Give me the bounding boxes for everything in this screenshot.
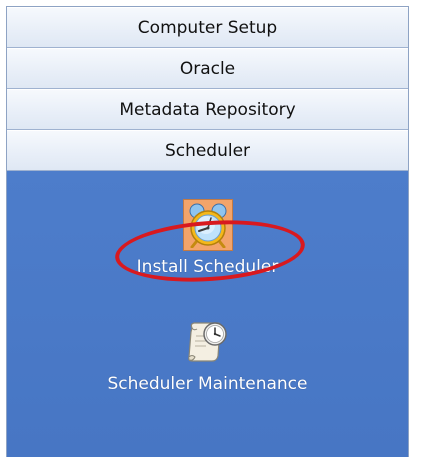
navigation-panel: Computer Setup Oracle Metadata Repositor… — [6, 6, 409, 457]
scheduler-maintenance-label[interactable]: Scheduler Maintenance — [108, 374, 308, 394]
section-header-computer-setup[interactable]: Computer Setup — [7, 7, 408, 48]
section-header-scheduler[interactable]: Scheduler — [7, 130, 408, 171]
install-scheduler-item[interactable]: Install Scheduler — [7, 199, 408, 277]
scroll-clock-icon[interactable] — [183, 316, 233, 368]
section-header-oracle[interactable]: Oracle — [7, 48, 408, 89]
section-header-metadata-repository[interactable]: Metadata Repository — [7, 89, 408, 130]
scheduler-section-content: Install Scheduler Scheduler Maintenance — [7, 171, 408, 457]
scheduler-maintenance-item[interactable]: Scheduler Maintenance — [7, 316, 408, 394]
alarm-clock-icon[interactable] — [182, 199, 233, 251]
install-scheduler-label[interactable]: Install Scheduler — [137, 257, 279, 277]
